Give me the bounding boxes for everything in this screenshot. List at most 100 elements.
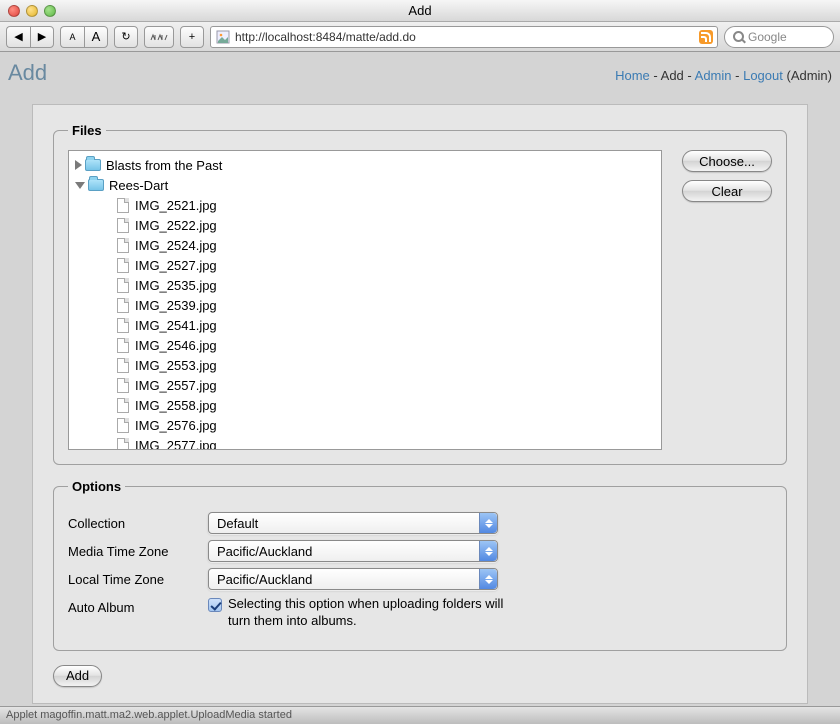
status-text: Applet magoffin.matt.ma2.web.applet.Uplo… xyxy=(6,709,292,721)
folder-icon xyxy=(88,179,104,191)
file-row[interactable]: IMG_2522.jpg xyxy=(69,215,661,235)
chevron-updown-icon xyxy=(479,513,497,533)
file-label: IMG_2546.jpg xyxy=(135,338,217,353)
window-titlebar: Add xyxy=(0,0,840,22)
file-row[interactable]: IMG_2521.jpg xyxy=(69,195,661,215)
auto-album-label: Auto Album xyxy=(68,596,208,615)
clear-button[interactable]: Clear xyxy=(682,180,772,202)
main-panel: Files Blasts from the Past Rees-Dart IMG_2… xyxy=(32,104,808,704)
url-text: http://localhost:8484/matte/add.do xyxy=(235,30,695,44)
breadcrumb-home[interactable]: Home xyxy=(615,68,650,83)
folder-row[interactable]: Rees-Dart xyxy=(69,175,661,195)
media-tz-label: Media Time Zone xyxy=(68,540,208,559)
file-label: IMG_2527.jpg xyxy=(135,258,217,273)
file-icon xyxy=(117,418,129,433)
breadcrumb-logout[interactable]: Logout xyxy=(743,68,783,83)
disclosure-closed-icon[interactable] xyxy=(75,160,82,170)
file-row[interactable]: IMG_2557.jpg xyxy=(69,375,661,395)
auto-album-checkbox[interactable] xyxy=(208,598,222,612)
forward-button[interactable]: ▶ xyxy=(30,26,54,48)
chevron-updown-icon xyxy=(479,569,497,589)
media-tz-select[interactable]: Pacific/Auckland xyxy=(208,540,498,562)
file-label: IMG_2553.jpg xyxy=(135,358,217,373)
file-label: IMG_2539.jpg xyxy=(135,298,217,313)
file-icon xyxy=(117,298,129,313)
local-tz-label: Local Time Zone xyxy=(68,568,208,587)
auto-album-description: Selecting this option when uploading fol… xyxy=(228,596,518,630)
chevron-updown-icon xyxy=(479,541,497,561)
file-row[interactable]: IMG_2558.jpg xyxy=(69,395,661,415)
folder-row[interactable]: Blasts from the Past xyxy=(69,155,661,175)
collection-select[interactable]: Default xyxy=(208,512,498,534)
file-row[interactable]: IMG_2546.jpg xyxy=(69,335,661,355)
file-row[interactable]: IMG_2576.jpg xyxy=(69,415,661,435)
close-window-button[interactable] xyxy=(8,5,20,17)
file-icon xyxy=(117,278,129,293)
file-icon xyxy=(117,318,129,333)
search-field[interactable]: Google xyxy=(724,26,834,48)
file-label: IMG_2541.jpg xyxy=(135,318,217,333)
browser-toolbar: ◀ ▶ A A ↻ + http://localhost:8484/matte/… xyxy=(0,22,840,52)
files-fieldset: Files Blasts from the Past Rees-Dart IMG_2… xyxy=(53,123,787,465)
file-label: IMG_2576.jpg xyxy=(135,418,217,433)
collection-label: Collection xyxy=(68,512,208,531)
file-icon xyxy=(117,258,129,273)
zoom-window-button[interactable] xyxy=(44,5,56,17)
choose-button[interactable]: Choose... xyxy=(682,150,772,172)
file-tree[interactable]: Blasts from the Past Rees-Dart IMG_2521.jp… xyxy=(68,150,662,450)
file-icon xyxy=(117,238,129,253)
favicon-icon xyxy=(215,29,231,45)
address-bar[interactable]: http://localhost:8484/matte/add.do xyxy=(210,26,718,48)
files-legend: Files xyxy=(68,123,106,138)
file-row[interactable]: IMG_2535.jpg xyxy=(69,275,661,295)
file-icon xyxy=(117,338,129,353)
file-icon xyxy=(117,378,129,393)
file-label: IMG_2522.jpg xyxy=(135,218,217,233)
window-title: Add xyxy=(0,3,840,18)
local-tz-value: Pacific/Auckland xyxy=(217,572,312,587)
file-row[interactable]: IMG_2577.jpg xyxy=(69,435,661,450)
breadcrumb: Home - Add - Admin - Logout (Admin) xyxy=(615,68,832,83)
file-row[interactable]: IMG_2527.jpg xyxy=(69,255,661,275)
folder-icon xyxy=(85,159,101,171)
search-icon xyxy=(733,31,744,42)
file-icon xyxy=(117,438,129,451)
file-row[interactable]: IMG_2541.jpg xyxy=(69,315,661,335)
file-row[interactable]: IMG_2553.jpg xyxy=(69,355,661,375)
file-icon xyxy=(117,398,129,413)
reload-button[interactable]: ↻ xyxy=(114,26,138,48)
file-label: IMG_2524.jpg xyxy=(135,238,217,253)
breadcrumb-add: Add xyxy=(661,68,684,83)
file-label: IMG_2577.jpg xyxy=(135,438,217,451)
back-button[interactable]: ◀ xyxy=(6,26,30,48)
disclosure-open-icon[interactable] xyxy=(75,182,85,189)
text-smaller-button[interactable]: A xyxy=(60,26,84,48)
file-icon xyxy=(117,218,129,233)
status-bar: Applet magoffin.matt.ma2.web.applet.Uplo… xyxy=(0,706,840,724)
file-icon xyxy=(117,198,129,213)
minimize-window-button[interactable] xyxy=(26,5,38,17)
breadcrumb-user: (Admin) xyxy=(786,68,832,83)
folder-label: Blasts from the Past xyxy=(106,158,222,173)
bookmarks-button[interactable] xyxy=(144,26,174,48)
search-placeholder: Google xyxy=(748,30,787,44)
text-larger-button[interactable]: A xyxy=(84,26,108,48)
file-row[interactable]: IMG_2524.jpg xyxy=(69,235,661,255)
collection-value: Default xyxy=(217,516,258,531)
file-label: IMG_2535.jpg xyxy=(135,278,217,293)
options-legend: Options xyxy=(68,479,125,494)
breadcrumb-admin[interactable]: Admin xyxy=(695,68,732,83)
add-bookmark-button[interactable]: + xyxy=(180,26,204,48)
file-label: IMG_2557.jpg xyxy=(135,378,217,393)
page-title: Add xyxy=(8,60,47,86)
folder-label: Rees-Dart xyxy=(109,178,168,193)
rss-icon[interactable] xyxy=(699,30,713,44)
local-tz-select[interactable]: Pacific/Auckland xyxy=(208,568,498,590)
file-label: IMG_2521.jpg xyxy=(135,198,217,213)
file-icon xyxy=(117,358,129,373)
file-label: IMG_2558.jpg xyxy=(135,398,217,413)
media-tz-value: Pacific/Auckland xyxy=(217,544,312,559)
add-button[interactable]: Add xyxy=(53,665,102,687)
file-row[interactable]: IMG_2539.jpg xyxy=(69,295,661,315)
options-fieldset: Options Collection Default Media Time Zo… xyxy=(53,479,787,651)
